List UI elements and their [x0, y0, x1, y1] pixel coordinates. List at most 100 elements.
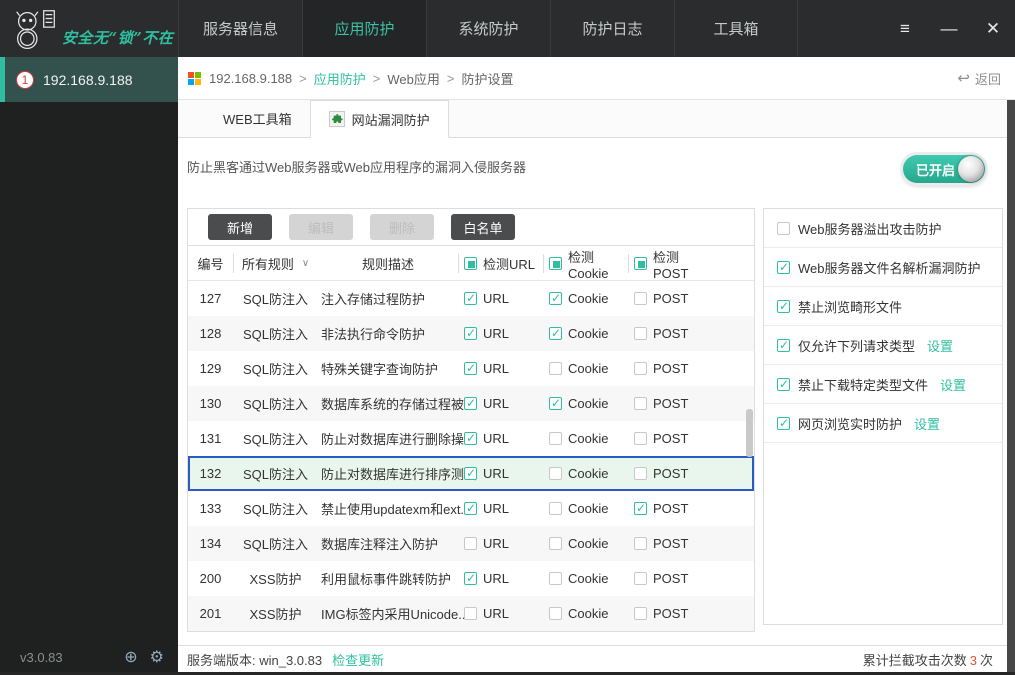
table-scrollbar-thumb[interactable] [746, 409, 753, 457]
cookie-checkbox[interactable] [549, 607, 562, 620]
header-check-url[interactable]: 检测URL [458, 246, 543, 281]
table-row[interactable]: 130 SQL防注入数据库系统的存储过程被... URL Cookie POST [188, 386, 754, 421]
cookie-checkbox[interactable] [549, 467, 562, 480]
cookie-checkbox[interactable] [549, 432, 562, 445]
rule-description: 数据库注释注入防护 [321, 537, 439, 552]
panel-item-1: Web服务器溢出攻击防护 [764, 209, 1002, 248]
sidebar-item-server[interactable]: 1 192.168.9.188 [0, 57, 178, 102]
close-icon[interactable]: ✕ [983, 19, 1003, 39]
cookie-checkbox[interactable] [549, 537, 562, 550]
status-bar: 服务端版本: win_3.0.83 检查更新 累计拦截攻击次数 3 次 [178, 645, 1007, 672]
client-version-label: v3.0.83 [20, 649, 63, 665]
breadcrumb-item-4[interactable]: 防护设置 [461, 69, 513, 88]
nav-item-1[interactable]: 服务器信息 [178, 0, 302, 57]
settings-link[interactable]: 设置 [927, 336, 953, 355]
url-checkbox[interactable] [464, 537, 477, 550]
puzzle-icon [328, 111, 345, 127]
post-checkbox[interactable] [634, 362, 647, 375]
cookie-checkbox[interactable] [549, 362, 562, 375]
url-checkbox[interactable] [464, 466, 477, 480]
table-row[interactable]: 128 SQL防注入非法执行命令防护 URL Cookie POST [188, 316, 754, 351]
cookie-checkbox[interactable] [549, 326, 562, 340]
add-server-icon[interactable]: ⊕ [124, 647, 137, 667]
post-checkbox[interactable] [634, 292, 647, 305]
table-row[interactable]: 134 SQL防注入 数据库注释注入防护 URL Cookie POST [188, 526, 754, 561]
table-row[interactable]: 200 XSS防护 利用鼠标事件跳转防护 URL Cookie POST [188, 561, 754, 596]
tab-1[interactable]: WEB工具箱 [205, 100, 310, 137]
table-row[interactable]: 131 SQL防注入防止对数据库进行删除操... URL Cookie POST [188, 421, 754, 456]
post-checkbox[interactable] [634, 501, 647, 515]
url-checkbox[interactable] [464, 431, 477, 445]
post-checkbox[interactable] [634, 467, 647, 480]
settings-link[interactable]: 设置 [914, 414, 940, 433]
post-checkbox[interactable] [634, 397, 647, 410]
whitelist-button[interactable]: 白名单 [451, 214, 515, 240]
nav-item-5[interactable]: 工具箱 [674, 0, 798, 57]
tab-2[interactable]: 网站漏洞防护 [309, 100, 449, 138]
table-row[interactable]: 201 XSS防护 IMG标签内采用Unicode... URL Cookie POST [188, 596, 754, 631]
rule-post-cell: POST [628, 606, 713, 621]
minimize-icon[interactable]: — [939, 19, 959, 39]
panel-checkbox[interactable] [777, 221, 790, 235]
url-checkbox[interactable] [464, 501, 477, 515]
toggle-knob[interactable] [958, 156, 984, 182]
breadcrumb-item-1[interactable]: 192.168.9.188 [209, 71, 292, 86]
table-row[interactable]: 127 SQL防注入注入存储过程防护 URL Cookie POST [188, 281, 754, 316]
nav-item-2[interactable]: 应用防护 [302, 0, 426, 57]
header-check-cookie[interactable]: 检测Cookie [543, 246, 628, 281]
panel-item-label: 网页浏览实时防护 [798, 416, 903, 432]
cookie-checkbox[interactable] [549, 502, 562, 515]
table-row[interactable]: 132 SQL防注入防止对数据库进行排序测试 URL Cookie POST [188, 456, 754, 491]
url-checkbox[interactable] [464, 571, 477, 585]
panel-checkbox[interactable] [777, 416, 790, 430]
settings-gear-icon[interactable]: ⚙ [150, 647, 164, 667]
post-checkbox[interactable] [634, 537, 647, 550]
rule-cookie-cell: Cookie [543, 466, 628, 481]
url-select-all-checkbox[interactable] [464, 257, 477, 270]
rule-id: 200 [199, 571, 222, 586]
cookie-checkbox[interactable] [549, 572, 562, 585]
panel-checkbox[interactable] [777, 338, 790, 352]
protection-toggle[interactable]: 已开启 [903, 155, 985, 183]
back-button[interactable]: ↩ 返回 [957, 69, 1001, 88]
rule-url-cell: URL [458, 431, 543, 446]
panel-checkbox[interactable] [777, 299, 790, 313]
post-select-all-checkbox[interactable] [634, 257, 647, 270]
rule-filter-dropdown[interactable]: 所有规则 ∨ [233, 246, 318, 281]
breadcrumb-item-2[interactable]: 应用防护 [314, 69, 366, 88]
panel-item-label: 禁止下载特定类型文件 [798, 377, 929, 393]
cookie-select-all-checkbox[interactable] [549, 257, 562, 270]
breadcrumb-separator: > [372, 70, 381, 86]
panel-checkbox[interactable] [777, 260, 790, 274]
nav-item-3[interactable]: 系统防护 [426, 0, 550, 57]
table-row[interactable]: 129 SQL防注入特殊关键字查询防护 URL Cookie POST [188, 351, 754, 386]
url-checkbox[interactable] [464, 607, 477, 620]
check-update-link[interactable]: 检查更新 [332, 650, 384, 669]
post-checkbox[interactable] [634, 572, 647, 585]
settings-link[interactable]: 设置 [940, 375, 966, 394]
rule-cookie-cell: Cookie [543, 361, 628, 376]
cookie-checkbox[interactable] [549, 396, 562, 410]
url-checkbox[interactable] [464, 326, 477, 340]
panel-item-6: 网页浏览实时防护设置 [764, 404, 1002, 443]
post-checkbox[interactable] [634, 327, 647, 340]
table-row[interactable]: 133 SQL防注入禁止使用updatexm和ext... URL Cookie POS… [188, 491, 754, 526]
url-checkbox[interactable] [464, 291, 477, 305]
rule-id: 131 [199, 431, 222, 446]
post-checkbox[interactable] [634, 607, 647, 620]
app-window: 安全无“锁”不在 服务器信息 应用防护 系统防护 防护日志 工具箱 ≡ — ✕ 1 19… [0, 0, 1015, 675]
header-check-post[interactable]: 检测POST [628, 246, 713, 281]
menu-icon[interactable]: ≡ [895, 19, 915, 39]
url-checkbox[interactable] [464, 396, 477, 410]
post-checkbox[interactable] [634, 432, 647, 445]
url-checkbox[interactable] [464, 361, 477, 375]
rule-cookie-cell: Cookie [543, 326, 628, 341]
rule-cookie-cell: Cookie [543, 606, 628, 621]
cookie-checkbox[interactable] [549, 291, 562, 305]
add-rule-button[interactable]: 新增 [208, 214, 272, 240]
rule-filter-label: 所有规则 [241, 257, 294, 272]
nav-item-4[interactable]: 防护日志 [550, 0, 674, 57]
breadcrumb-item-3[interactable]: Web应用 [387, 69, 440, 88]
tab-label: WEB工具箱 [223, 112, 292, 127]
panel-checkbox[interactable] [777, 377, 790, 391]
